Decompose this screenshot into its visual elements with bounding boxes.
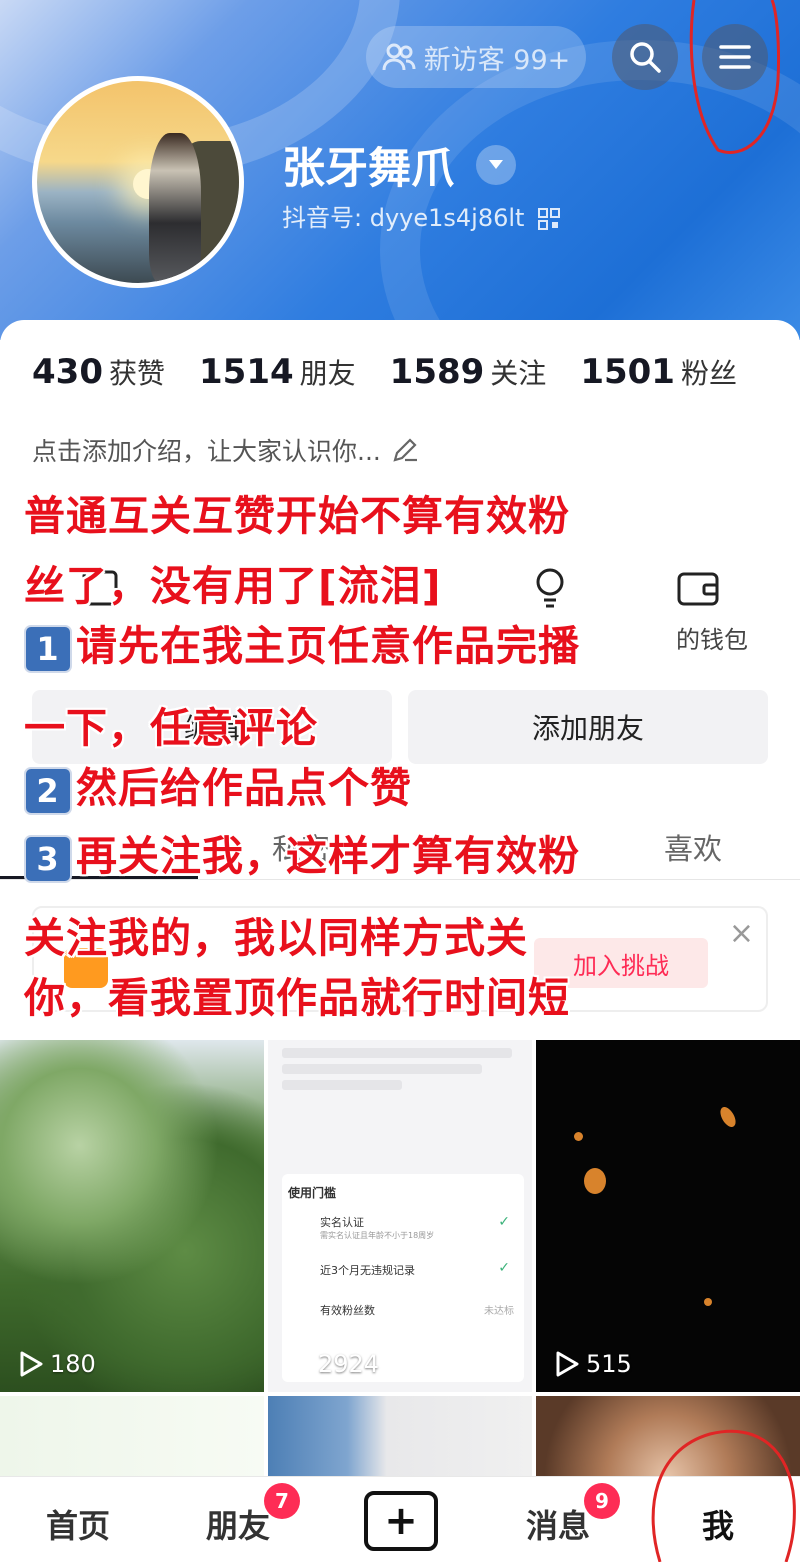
red-circle-annotation bbox=[689, 0, 781, 154]
overlay-line-4: 一下，任意评论 bbox=[24, 704, 318, 752]
visitors-icon bbox=[382, 43, 416, 71]
qr-code-icon[interactable] bbox=[538, 208, 561, 230]
new-visitors-button[interactable]: 新访客 99+ bbox=[366, 26, 586, 88]
bio-text: 点击添加介绍，让大家认识你... bbox=[32, 437, 381, 466]
profile-stats: 430 获赞 1514 朋友 1589 关注 1501 粉丝 bbox=[32, 352, 771, 392]
douyin-id-text: 抖音号: dyye1s4j86lt bbox=[282, 204, 525, 232]
play-count: 180 bbox=[18, 1350, 96, 1378]
video-thumbnail[interactable] bbox=[268, 1396, 532, 1476]
wallet-label: 的钱包 bbox=[676, 626, 748, 654]
stat-friends[interactable]: 1514 朋友 bbox=[199, 352, 356, 392]
nav-messages[interactable]: 消息 bbox=[526, 1501, 590, 1547]
username-text: 张牙舞爪 bbox=[282, 144, 454, 194]
friends-badge: 7 bbox=[264, 1483, 300, 1519]
service-item[interactable] bbox=[530, 566, 570, 616]
edit-pencil-icon bbox=[393, 438, 417, 462]
stat-likes[interactable]: 430 获赞 bbox=[32, 352, 165, 392]
username: 张牙舞爪 bbox=[282, 134, 516, 196]
video-thumbnail[interactable]: 180 bbox=[0, 1040, 264, 1392]
overlay-line-5: 2 然后给作品点个赞 bbox=[24, 754, 412, 815]
close-icon[interactable]: × bbox=[729, 916, 754, 951]
overlay-line-1: 普通互关互赞开始不算有效粉 bbox=[24, 492, 570, 540]
number-three-icon: 3 bbox=[24, 835, 72, 883]
visitor-label: 新访客 99+ bbox=[423, 44, 571, 76]
nav-home[interactable]: 首页 bbox=[46, 1501, 110, 1547]
overlay-line-6: 3 再关注我，这样才算有效粉 bbox=[24, 822, 580, 883]
bio-placeholder[interactable]: 点击添加介绍，让大家认识你... bbox=[32, 432, 419, 468]
wallet-icon bbox=[677, 572, 719, 606]
play-icon bbox=[288, 1351, 311, 1377]
overlay-line-3: 1 请先在我主页任意作品完播 bbox=[24, 612, 580, 673]
douyin-id[interactable]: 抖音号: dyye1s4j86lt bbox=[282, 198, 561, 233]
video-thumbnail[interactable] bbox=[0, 1396, 264, 1476]
create-button[interactable]: + bbox=[364, 1491, 438, 1551]
avatar[interactable] bbox=[32, 76, 244, 288]
play-icon bbox=[556, 1351, 579, 1377]
lightbulb-icon bbox=[536, 568, 564, 608]
wallet-button[interactable] bbox=[676, 568, 720, 614]
messages-badge: 9 bbox=[584, 1483, 620, 1519]
account-switch-button[interactable] bbox=[476, 145, 516, 185]
overlay-line-8: 你，看我置顶作品就行时间短 bbox=[24, 974, 570, 1022]
chevron-down-icon bbox=[489, 160, 503, 169]
red-circle-annotation bbox=[651, 1429, 796, 1562]
video-thumbnail[interactable]: 515 bbox=[536, 1040, 800, 1392]
stat-followers[interactable]: 1501 粉丝 bbox=[580, 352, 737, 392]
nav-friends[interactable]: 朋友 bbox=[206, 1501, 270, 1547]
video-thumbnail[interactable]: 使用门槛 实名认证 需实名认证且年龄不小于18周岁 近3个月无违规记录 有效粉丝… bbox=[268, 1040, 532, 1392]
number-one-icon: 1 bbox=[24, 625, 72, 673]
play-count: 2924 bbox=[286, 1350, 379, 1378]
play-count: 515 bbox=[554, 1350, 632, 1378]
tab-likes[interactable]: 喜欢 bbox=[664, 826, 722, 868]
number-two-icon: 2 bbox=[24, 767, 72, 815]
add-friend-button[interactable]: 添加朋友 bbox=[408, 690, 768, 764]
stat-following[interactable]: 1589 关注 bbox=[390, 352, 547, 392]
search-icon bbox=[630, 42, 661, 73]
search-button[interactable] bbox=[612, 24, 678, 90]
play-icon bbox=[20, 1351, 43, 1377]
overlay-line-2: 丝了，没有用了[流泪] bbox=[24, 562, 442, 610]
overlay-line-7: 关注我的，我以同样方式关 bbox=[24, 914, 528, 962]
add-friend-label: 添加朋友 bbox=[531, 712, 644, 745]
